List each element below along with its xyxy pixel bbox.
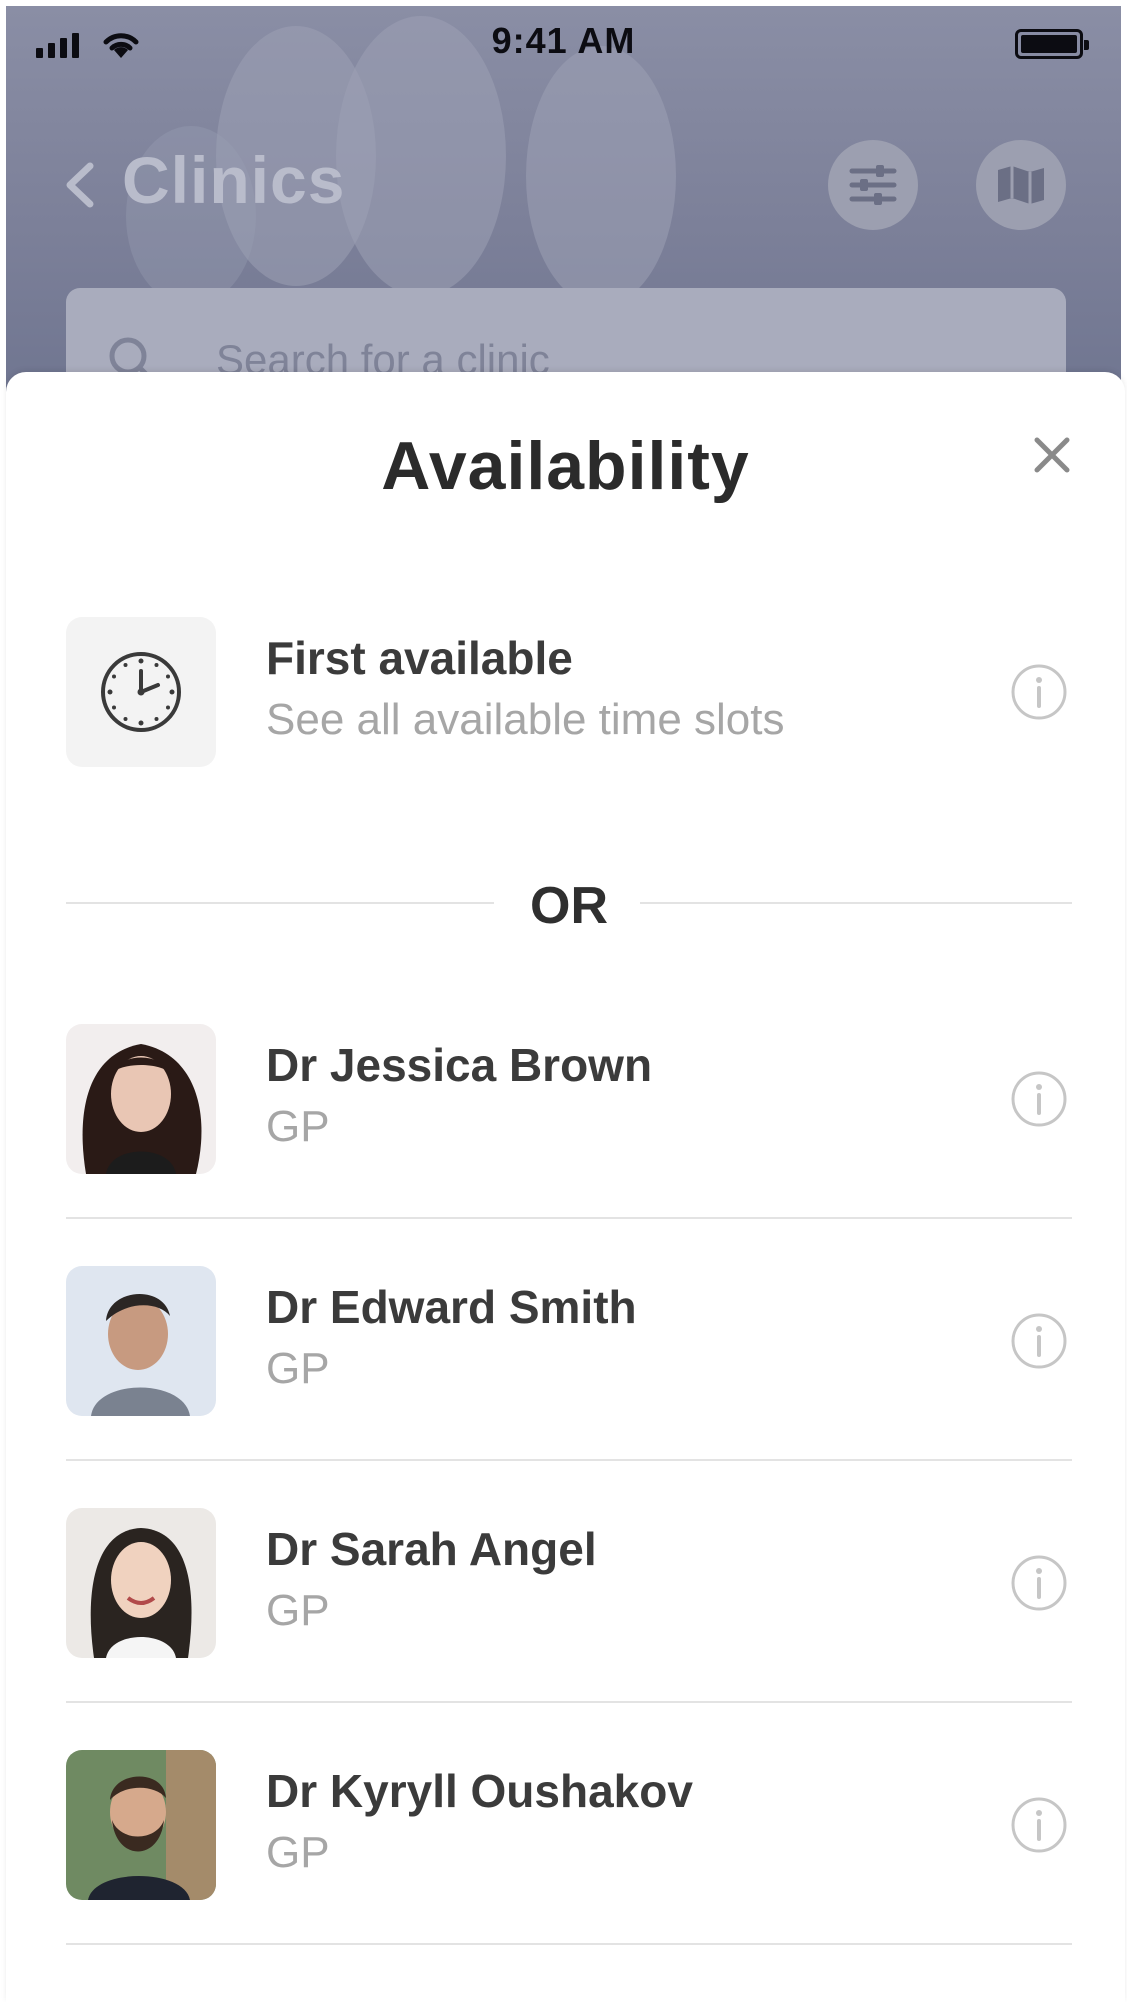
- first-available-subtitle: See all available time slots: [266, 695, 785, 744]
- doctor-role: GP: [266, 1102, 330, 1151]
- close-button[interactable]: [1024, 427, 1080, 483]
- or-separator: OR: [66, 862, 1072, 942]
- doctor-name: Dr Edward Smith: [266, 1281, 637, 1333]
- doctor-row[interactable]: Dr Edward Smith GP: [66, 1266, 1072, 1416]
- info-icon[interactable]: [1010, 1796, 1068, 1854]
- back-chevron-icon[interactable]: [60, 160, 100, 210]
- doctor-name: Dr Jessica Brown: [266, 1039, 653, 1091]
- row-divider: [66, 1217, 1072, 1219]
- map-button[interactable]: [976, 140, 1066, 230]
- close-icon: [1034, 437, 1070, 473]
- info-icon[interactable]: [1010, 1312, 1068, 1370]
- info-icon[interactable]: [1010, 1070, 1068, 1128]
- clock-tile: [66, 617, 216, 767]
- doctor-row[interactable]: Dr Jessica Brown GP: [66, 1024, 1072, 1174]
- first-available-option[interactable]: First available See all available time s…: [66, 617, 1072, 767]
- filter-sliders-icon: [849, 165, 897, 205]
- doctor-name: Dr Kyryll Oushakov: [266, 1765, 693, 1817]
- battery-icon: [1015, 29, 1089, 59]
- row-divider: [66, 1701, 1072, 1703]
- doctor-row[interactable]: Dr Kyryll Oushakov GP: [66, 1750, 1072, 1900]
- status-time: 9:41 AM: [491, 20, 636, 61]
- or-label: OR: [530, 877, 608, 935]
- info-icon[interactable]: [1010, 663, 1068, 721]
- avatar: [66, 1024, 216, 1174]
- filter-button[interactable]: [828, 140, 918, 230]
- doctor-role: GP: [266, 1586, 330, 1635]
- doctor-role: GP: [266, 1344, 330, 1393]
- doctor-row[interactable]: Dr Sarah Angel GP: [66, 1508, 1072, 1658]
- availability-sheet: Availability First available See all ava…: [6, 372, 1125, 2002]
- map-icon: [998, 166, 1044, 204]
- doctor-name: Dr Sarah Angel: [266, 1523, 597, 1575]
- avatar: [66, 1508, 216, 1658]
- avatar: [66, 1266, 216, 1416]
- doctor-role: GP: [266, 1828, 330, 1877]
- row-divider: [66, 1943, 1072, 1945]
- page-title: Clinics: [122, 143, 346, 217]
- sheet-title: Availability: [381, 428, 750, 504]
- avatar: [66, 1750, 216, 1900]
- first-available-title: First available: [266, 632, 573, 684]
- status-bar: 9:41 AM: [0, 0, 1127, 80]
- clock-icon: [101, 652, 181, 732]
- info-icon[interactable]: [1010, 1554, 1068, 1612]
- row-divider: [66, 1459, 1072, 1461]
